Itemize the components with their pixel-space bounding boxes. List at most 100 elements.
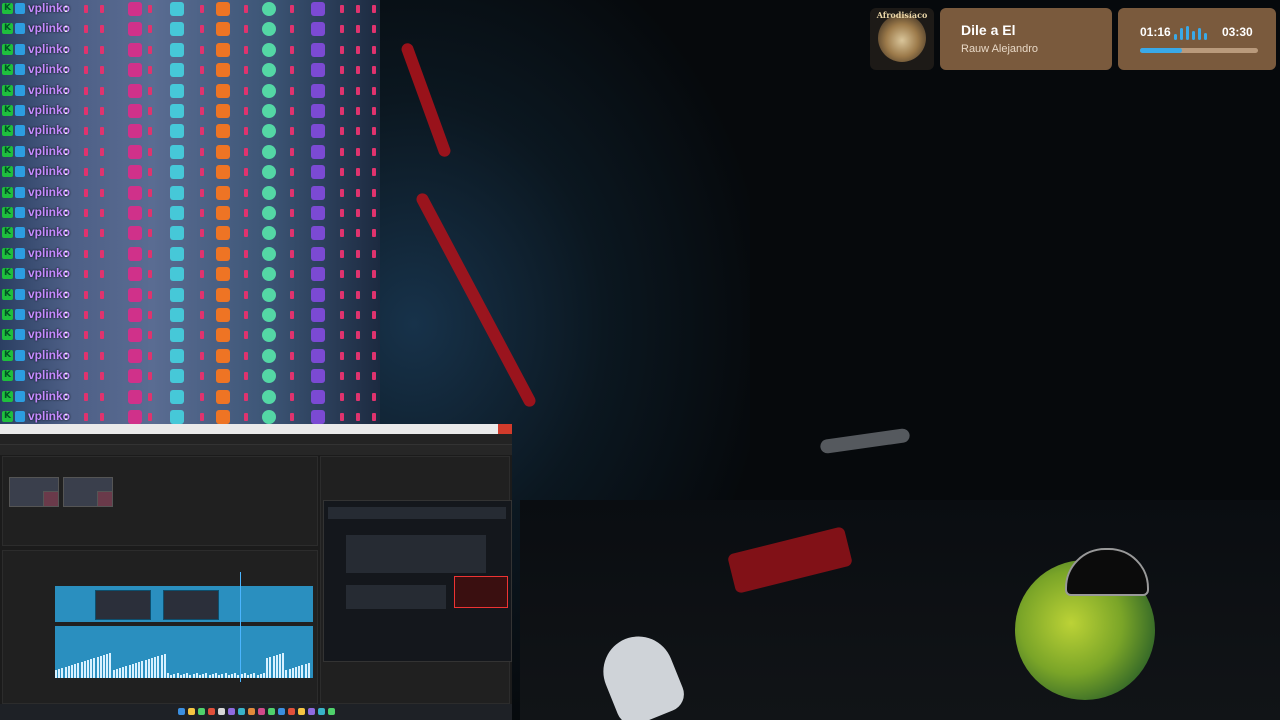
sub-badge-icon [15,125,25,137]
emote-fragment [340,168,344,177]
emote-purple [311,369,325,384]
twitch-badge-icon: K [2,247,13,259]
emote-fragment [200,392,204,401]
chat-separator: : [64,327,68,342]
video-track[interactable] [55,586,313,622]
taskbar-app-icon[interactable] [278,708,285,715]
taskbar-app-icon[interactable] [268,708,275,715]
emote-fragment [148,107,152,115]
emote-pink [128,165,142,180]
taskbar-app-icon[interactable] [308,708,315,715]
taskbar-app-icon[interactable] [248,708,255,715]
emote-fragment [372,86,376,95]
emote-fragment [356,5,360,13]
emote-fragment [244,331,248,340]
chat-message: Kvplinko: [0,82,380,101]
emote-fragment [200,351,204,360]
waveform-bar [90,659,93,678]
emote-fragment [290,45,294,54]
emote-fragment [356,311,360,319]
twitch-badge-icon: K [2,370,13,382]
chat-message: Kvplinko: [0,163,380,182]
emote-fragment [290,351,294,360]
emote-fragment [356,25,360,34]
waveform-bar [199,675,201,678]
project-thumbnail[interactable] [43,491,59,507]
chat-separator: : [64,123,68,138]
emote-fragment [244,270,248,279]
emote-fragment [340,147,344,156]
emote-fragment [356,86,360,95]
close-icon[interactable] [498,424,512,434]
emote-fragment [372,392,376,401]
sub-badge-icon [15,329,25,341]
emote-green [262,206,276,220]
taskbar-app-icon[interactable] [188,708,195,715]
taskbar-app-icon[interactable] [198,708,205,715]
timeline-playhead[interactable] [240,572,241,682]
taskbar-app-icon[interactable] [328,708,335,715]
waveform-bar [279,654,281,678]
emote-orange [216,22,230,37]
waveform-bar [285,670,288,678]
emote-green [262,287,276,302]
emote-blue [170,206,184,220]
emote-purple [311,206,325,220]
audio-track[interactable] [55,626,313,678]
waveform-bar [115,669,118,678]
emote-fragment [84,5,88,13]
emote-fragment [372,5,376,13]
taskbar-app-icon[interactable] [318,708,325,715]
sub-badge-icon [15,105,25,116]
chat-message: Kvplinko: [0,306,380,325]
project-thumbnail[interactable] [97,491,113,507]
emote-fragment [372,413,376,421]
emote-fragment [340,188,344,197]
emote-fragment [372,351,376,360]
emote-fragment [84,209,88,217]
taskbar-app-icon[interactable] [238,708,245,715]
emote-purple [311,267,325,282]
emote-fragment [356,168,360,177]
emote-fragment [100,66,104,75]
emote-green [262,348,276,363]
taskbar-app-icon[interactable] [288,708,295,715]
timeline-clip[interactable] [163,590,219,620]
preview-highlight [454,576,508,608]
emote-green [262,2,276,16]
twitch-badge-icon: K [2,411,13,422]
taskbar-app-icon[interactable] [178,708,185,715]
emote-fragment [100,392,104,401]
emote-fragment [244,107,248,115]
emote-pink [128,22,142,37]
chat-separator: : [64,1,68,15]
waveform-bar [179,675,182,678]
emote-pink [128,267,142,282]
taskbar-app-icon[interactable] [218,708,225,715]
emote-fragment [200,413,204,421]
timeline-clip[interactable] [95,590,151,620]
waveform-bar [106,654,109,678]
emote-green [262,267,276,282]
taskbar-app-icon[interactable] [208,708,215,715]
taskbar-app-icon[interactable] [228,708,235,715]
emote-fragment [372,66,376,75]
twitch-badge-icon: K [2,84,13,96]
sub-badge-icon [15,370,25,382]
emote-fragment [340,290,344,299]
emote-green [262,83,276,98]
taskbar-app-icon[interactable] [258,708,265,715]
program-preview [323,500,512,662]
emote-fragment [100,45,104,54]
twitch-badge-icon: K [2,166,13,178]
emote-fragment [148,331,152,340]
emote-fragment [244,372,248,381]
emote-blue [170,389,184,404]
emote-fragment [372,147,376,156]
emote-purple [311,83,325,98]
taskbar-app-icon[interactable] [298,708,305,715]
waveform-bar [208,675,211,678]
waveform-bar [231,674,233,678]
emote-fragment [290,270,294,279]
waveform-bar [154,657,157,678]
